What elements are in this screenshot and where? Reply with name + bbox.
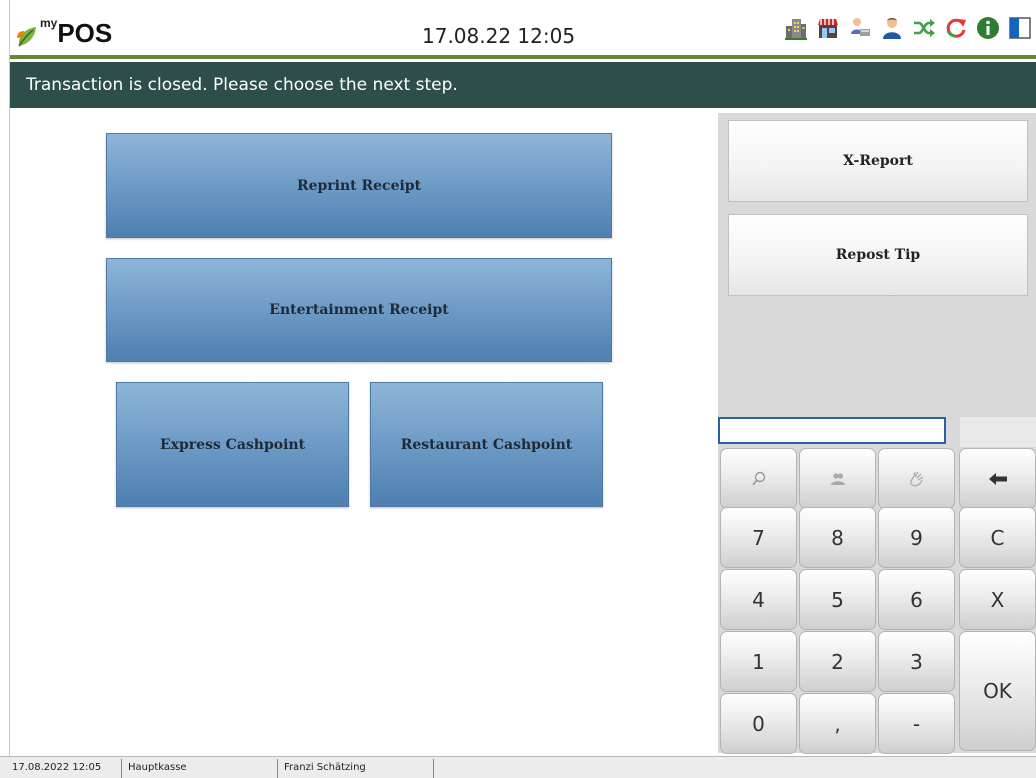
key-7[interactable]: 7: [720, 507, 797, 568]
key-3[interactable]: 3: [878, 631, 955, 692]
restaurant-cashpoint-button[interactable]: Restaurant Cashpoint: [370, 382, 603, 507]
status-datetime: 17.08.2022 12:05: [8, 759, 122, 778]
hand-key[interactable]: [878, 448, 955, 509]
key-4[interactable]: 4: [720, 569, 797, 630]
ok-key[interactable]: OK: [959, 631, 1036, 751]
shuffle-icon[interactable]: [912, 16, 936, 40]
building-icon[interactable]: [784, 16, 808, 40]
keypad-input[interactable]: [718, 417, 946, 444]
cashier-icon[interactable]: [848, 16, 872, 40]
key-9[interactable]: 9: [878, 507, 955, 568]
header: my POS 17.08.22 12:05: [10, 10, 1036, 55]
logo-pos-text: POS: [57, 18, 113, 48]
hand-icon: [909, 471, 923, 486]
logo: my POS: [16, 12, 112, 48]
pos-window: my POS 17.08.22 12:05 Transaction is clo…: [0, 0, 1036, 778]
header-toolbar: [784, 16, 1032, 40]
header-rule: [10, 55, 1036, 59]
key-6[interactable]: 6: [878, 569, 955, 630]
key-8[interactable]: 8: [799, 507, 876, 568]
info-icon[interactable]: [976, 16, 1000, 40]
minus-key[interactable]: -: [878, 693, 955, 754]
key-1[interactable]: 1: [720, 631, 797, 692]
cancel-key[interactable]: X: [959, 569, 1036, 630]
customers-key[interactable]: [799, 448, 876, 509]
status-bar: 17.08.2022 12:05 Hauptkasse Franzi Schät…: [0, 756, 1036, 778]
backspace-arrow-icon: [988, 472, 1007, 485]
key-5[interactable]: 5: [799, 569, 876, 630]
refresh-icon[interactable]: [944, 16, 968, 40]
keypad-input-spacer: [960, 417, 1036, 447]
key-2[interactable]: 2: [799, 631, 876, 692]
search-icon: [751, 471, 765, 485]
search-key[interactable]: [720, 448, 797, 509]
entertainment-receipt-button[interactable]: Entertainment Receipt: [106, 258, 612, 362]
key-0[interactable]: 0: [720, 693, 797, 754]
user-icon[interactable]: [880, 16, 904, 40]
express-cashpoint-button[interactable]: Express Cashpoint: [116, 382, 349, 507]
reprint-receipt-button[interactable]: Reprint Receipt: [106, 133, 612, 238]
panel-icon[interactable]: [1008, 16, 1032, 40]
logo-my-text: my: [40, 16, 58, 30]
shop-icon[interactable]: [816, 16, 840, 40]
left-border: [9, 0, 10, 778]
status-register: Hauptkasse: [124, 759, 278, 778]
side-panel: X-Report Repost Tip 7 8 9 C 4 5 6 X 1 2 …: [718, 113, 1036, 754]
comma-key[interactable]: ,: [799, 693, 876, 754]
status-user: Franzi Schätzing: [280, 759, 434, 778]
message-bar: Transaction is closed. Please choose the…: [10, 62, 1036, 108]
clear-key[interactable]: C: [959, 507, 1036, 568]
x-report-button[interactable]: X-Report: [728, 120, 1028, 202]
status-message: Transaction is closed. Please choose the…: [26, 75, 458, 95]
header-datetime: 17.08.22 12:05: [422, 24, 576, 48]
backspace-key[interactable]: [959, 448, 1036, 509]
leaf-logo-icon: [17, 27, 36, 47]
people-icon: [830, 472, 845, 485]
repost-tip-button[interactable]: Repost Tip: [728, 214, 1028, 296]
